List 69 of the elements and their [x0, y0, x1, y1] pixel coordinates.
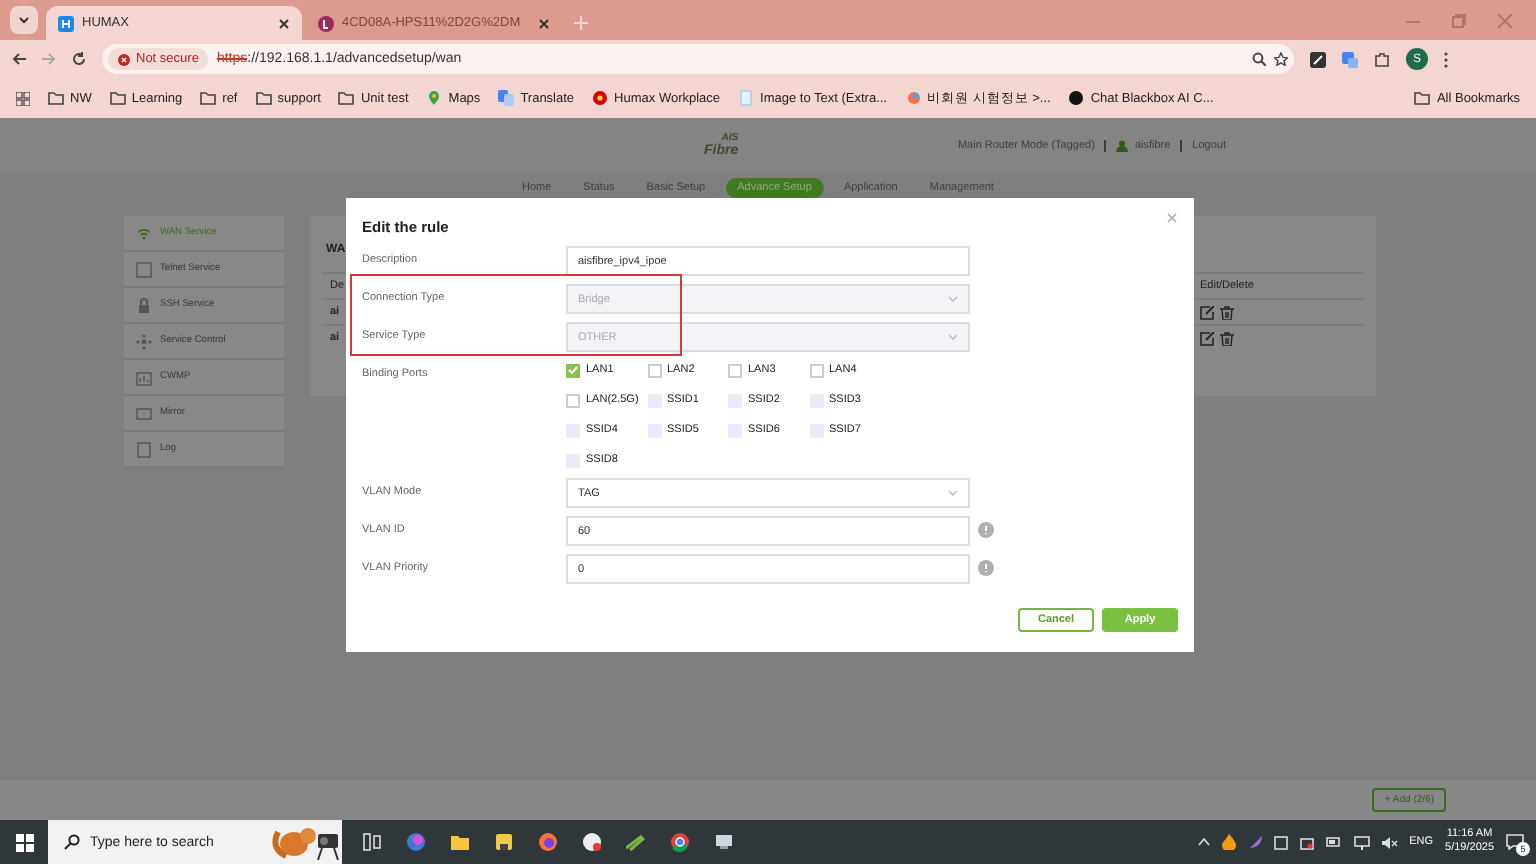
- document-icon: [136, 441, 152, 457]
- edit-icon[interactable]: [1200, 305, 1214, 319]
- user-icon: [1116, 139, 1129, 151]
- chevron-down-icon: [948, 334, 958, 340]
- chevron-down-icon: [948, 296, 958, 302]
- warning-icon: [118, 53, 130, 65]
- checkbox[interactable]: [809, 363, 823, 377]
- folder-icon[interactable]: [450, 832, 470, 852]
- chevron-down-icon: [18, 16, 30, 24]
- extension-icon[interactable]: [1310, 51, 1326, 67]
- trash-icon[interactable]: [1220, 305, 1234, 319]
- close-icon[interactable]: [278, 17, 290, 29]
- tab-list-button[interactable]: [10, 6, 38, 34]
- zoom-icon[interactable]: [1252, 52, 1266, 66]
- folder-icon: [48, 90, 64, 106]
- chrome-icon[interactable]: [670, 832, 690, 852]
- folder-icon: [255, 90, 272, 106]
- tray-app-icon[interactable]: [1273, 835, 1288, 849]
- folder-icon: [338, 90, 355, 106]
- chart-icon: [136, 369, 152, 385]
- checkbox[interactable]: [647, 363, 661, 377]
- translate-icon[interactable]: [1342, 51, 1358, 67]
- edit-icon[interactable]: [1200, 331, 1214, 345]
- circle-icon: [1068, 90, 1085, 106]
- check-icon: [568, 366, 578, 374]
- app-icon[interactable]: [494, 832, 514, 852]
- flame-icon[interactable]: [1221, 834, 1236, 850]
- app-icon[interactable]: [582, 832, 602, 852]
- checkbox[interactable]: [728, 363, 742, 377]
- back-icon[interactable]: [12, 52, 26, 66]
- map-pin-icon: [426, 90, 443, 106]
- close-icon[interactable]: [538, 17, 550, 29]
- browser-icon[interactable]: [538, 832, 558, 852]
- folder-icon: [200, 90, 217, 106]
- terminal-icon: [136, 261, 152, 277]
- chevron-down-icon: [948, 490, 958, 496]
- computer-icon[interactable]: [714, 832, 734, 852]
- translate-icon: [498, 90, 515, 106]
- folder-icon: [109, 90, 126, 106]
- app-icon[interactable]: [626, 832, 646, 852]
- checkbox[interactable]: [566, 393, 580, 407]
- screen-icon: [136, 405, 152, 421]
- site-icon: [318, 15, 334, 31]
- chevron-up-icon[interactable]: [1197, 838, 1210, 846]
- swirl-icon[interactable]: [406, 832, 426, 852]
- trash-icon[interactable]: [1220, 331, 1234, 345]
- folder-icon: [1414, 90, 1431, 106]
- checkbox[interactable]: [566, 363, 580, 377]
- apps-grid-icon[interactable]: [16, 91, 30, 105]
- speaker-muted-icon[interactable]: [1381, 835, 1398, 849]
- tray-app-icon[interactable]: [1299, 835, 1314, 849]
- lock-icon: [136, 297, 152, 313]
- search-icon: [64, 834, 80, 850]
- task-view-icon[interactable]: [362, 832, 382, 852]
- swirl-icon: [905, 90, 921, 106]
- reload-icon[interactable]: [72, 52, 86, 66]
- feather-icon[interactable]: [1247, 835, 1262, 849]
- star-icon[interactable]: [1274, 52, 1288, 66]
- close-icon: [1166, 212, 1178, 224]
- puzzle-icon[interactable]: [1374, 51, 1390, 67]
- page-icon: [738, 90, 755, 106]
- notification-icon[interactable]: [1506, 834, 1524, 850]
- network-icon[interactable]: [1353, 835, 1370, 849]
- site-icon: [58, 15, 74, 31]
- windows-icon[interactable]: [15, 833, 33, 851]
- circle-logo-icon: [592, 90, 609, 106]
- battery-icon[interactable]: [1325, 836, 1342, 848]
- nodes-icon: [136, 333, 152, 349]
- wifi-icon: [136, 225, 152, 241]
